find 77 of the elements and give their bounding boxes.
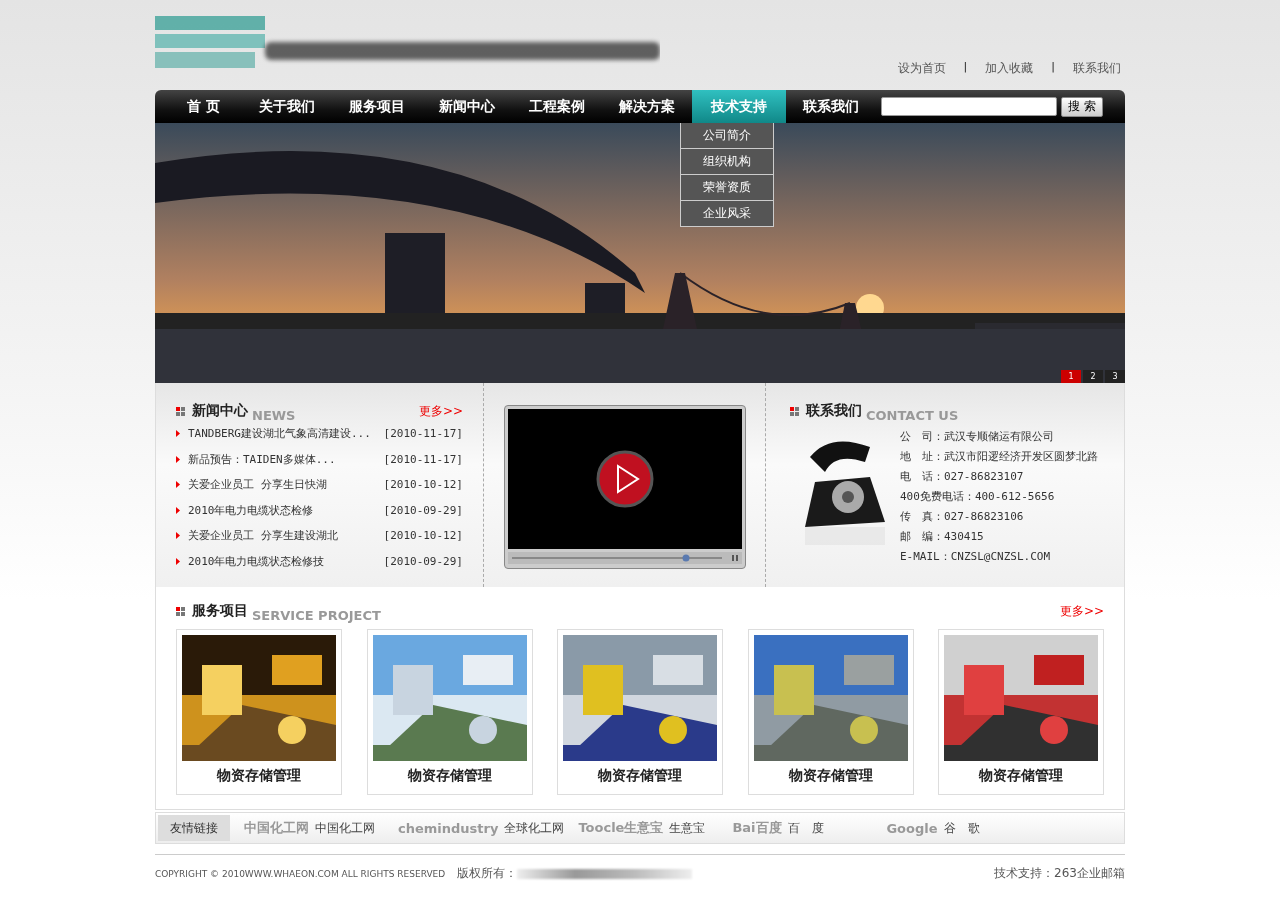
contact-info: 邮 编：430415 xyxy=(900,529,985,545)
partner-link[interactable]: 生意宝 xyxy=(669,819,706,837)
bullet-squares-icon xyxy=(176,606,185,616)
news-link[interactable]: TANDBERG建设湖北气象高清建设... xyxy=(188,426,384,442)
service-card[interactable]: 物资存储管理 xyxy=(747,629,914,795)
section-subtitle: NEWS xyxy=(252,407,296,423)
service-caption: 物资存储管理 xyxy=(217,767,301,785)
service-caption: 物资存储管理 xyxy=(598,767,682,785)
more-link[interactable]: 更多>> xyxy=(418,402,463,420)
nav-item[interactable]: 新闻中心 xyxy=(421,90,512,123)
news-date: [2010-11-17] xyxy=(383,452,463,466)
service-card[interactable]: 物资存储管理 xyxy=(366,629,533,795)
page-button[interactable]: 3 xyxy=(1105,370,1125,383)
page-button[interactable]: 1 xyxy=(1061,370,1081,383)
arrow-icon xyxy=(176,557,180,565)
service-card[interactable]: 物资存储管理 xyxy=(557,629,723,795)
header-link[interactable]: 加入收藏 xyxy=(985,60,1034,77)
arrow-icon xyxy=(176,430,180,438)
news-link[interactable]: 新品预告：TAIDEN多媒体... xyxy=(188,451,384,467)
service-caption: 物资存储管理 xyxy=(979,767,1063,785)
nav-item[interactable]: 首 页 xyxy=(155,90,242,123)
section-subtitle: SERVICE PROJECT xyxy=(252,607,381,623)
service-card[interactable]: 物资存储管理 xyxy=(176,629,342,795)
partner-link[interactable]: 百 度 xyxy=(787,819,824,837)
separator: | xyxy=(962,60,969,75)
search-field[interactable] xyxy=(881,97,1058,116)
separator: | xyxy=(1050,60,1056,75)
owner-label: 版权所有： xyxy=(457,865,518,882)
nav-item[interactable]: 关于我们 xyxy=(241,90,332,123)
submenu-item[interactable]: 公司简介 xyxy=(680,123,774,149)
service-card[interactable]: 物资存储管理 xyxy=(938,629,1104,795)
support-text: 技术支持：263企业邮箱 xyxy=(994,865,1125,882)
copyright-text: COPYRIGHT © 2010WWW.WHAEON.COM ALL RIGHTS RESERVED xyxy=(155,868,446,879)
bullet-squares-icon xyxy=(176,406,185,416)
section-title: 新闻中心 xyxy=(192,402,248,420)
page-button[interactable]: 2 xyxy=(1083,370,1103,383)
section-title: 联系我们 xyxy=(806,402,862,420)
section-subtitle: CONTACT US xyxy=(866,407,959,423)
news-date: [2010-10-12] xyxy=(383,478,463,492)
nav-item[interactable]: 联系我们 xyxy=(785,90,876,123)
news-link[interactable]: 关爱企业员工 分享生建设湖北 xyxy=(188,528,384,544)
arrow-icon xyxy=(176,532,180,540)
submenu-item[interactable]: 企业风采 xyxy=(680,201,774,227)
news-link[interactable]: 2010年电力电缆状态检修 xyxy=(188,502,384,518)
news-date: [2010-09-29] xyxy=(383,503,463,517)
arrow-icon xyxy=(176,506,180,514)
news-date: [2010-09-29] xyxy=(383,554,463,568)
news-link[interactable]: 2010年电力电缆状态检修技 xyxy=(188,553,384,569)
nav-item[interactable]: 解决方案 xyxy=(601,90,692,123)
contact-info: 地 址：武汉市阳逻经济开发区圆梦北路 xyxy=(900,449,1098,465)
header-link[interactable]: 联系我们 xyxy=(1073,60,1121,77)
contact-info: 400免费电话：400-612-5656 xyxy=(900,489,1056,505)
header-link[interactable]: 设为首页 xyxy=(897,60,946,77)
partner-link[interactable]: 谷 歌 xyxy=(943,819,980,837)
bullet-squares-icon xyxy=(790,406,799,416)
contact-info: 公 司：武汉专顺储运有限公司 xyxy=(900,429,1055,445)
news-link[interactable]: 关爱企业员工 分享生日快湖 xyxy=(188,477,384,493)
contact-info: E-MAIL：CNZSL@CNZSL.COM xyxy=(900,549,1052,565)
play-icon[interactable] xyxy=(595,450,654,508)
news-date: [2010-11-17] xyxy=(383,427,463,441)
arrow-icon xyxy=(176,481,180,489)
section-title: 服务项目 xyxy=(192,602,248,620)
submenu-item[interactable]: 组织机构 xyxy=(680,149,774,175)
more-link[interactable]: 更多>> xyxy=(1059,602,1104,620)
service-caption: 物资存储管理 xyxy=(788,767,873,785)
submenu-item[interactable]: 荣誉资质 xyxy=(680,175,774,201)
partner-link[interactable]: 中国化工网 xyxy=(315,819,375,837)
partner-link[interactable]: 全球化工网 xyxy=(504,819,565,837)
arrow-icon xyxy=(176,455,180,463)
contact-info: 电 话：027-86823107 xyxy=(900,469,1025,485)
contact-info: 传 真：027-86823106 xyxy=(900,509,1025,525)
nav-item[interactable]: 工程案例 xyxy=(511,90,602,123)
service-caption: 物资存储管理 xyxy=(407,767,492,785)
nav-item[interactable]: 服务项目 xyxy=(331,90,422,123)
search-button[interactable]: 搜 索 xyxy=(1061,96,1103,117)
news-date: [2010-10-12] xyxy=(383,529,463,543)
links-label: 友情链接 xyxy=(158,815,230,841)
